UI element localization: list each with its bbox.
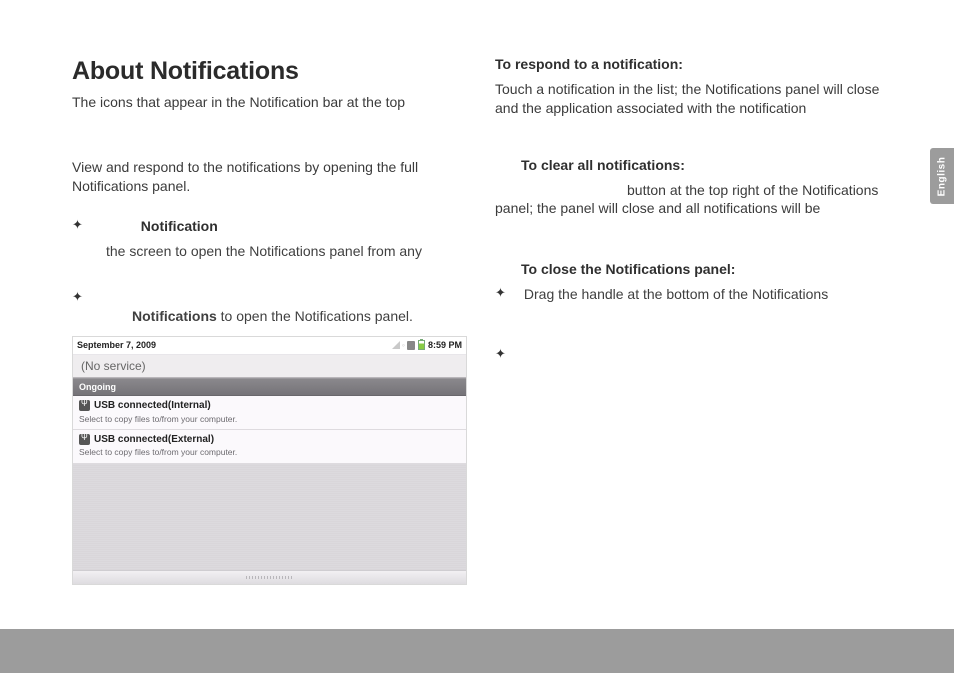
respond-heading: To respond to a notification: [495, 55, 891, 74]
usb-icon [79, 434, 90, 445]
no-service-row: (No service) [73, 355, 466, 378]
close-heading: To close the Notifications panel: [495, 260, 891, 279]
star-icon: ✦ [72, 289, 86, 305]
status-date: September 7, 2009 [77, 339, 156, 351]
notif-subtitle: Select to copy files to/from your comput… [79, 447, 460, 458]
page-title: About Notifications [72, 55, 467, 89]
close-bullet-2: ✦ [495, 346, 891, 362]
intro-text: The icons that appear in the Notificatio… [72, 93, 467, 112]
clear-heading: To clear all notifications: [495, 156, 891, 175]
notif-title: USB connected(Internal) [94, 399, 211, 413]
notifications-panel-screenshot: September 7, 2009 ◦ 8:59 PM (No service)… [72, 336, 467, 585]
bullet-1-heading: Notification [98, 217, 467, 236]
notif-title: USB connected(External) [94, 433, 214, 447]
star-icon: ✦ [72, 217, 86, 233]
view-respond-text: View and respond to the notifications by… [72, 158, 467, 196]
sd-icon [407, 341, 415, 350]
notification-item[interactable]: USB connected(Internal) Select to copy f… [73, 396, 466, 430]
clear-body: button at the top right of the Notificat… [495, 181, 891, 219]
usb-icon [79, 400, 90, 411]
respond-body: Touch a notification in the list; the No… [495, 80, 891, 118]
bullet-1-body: the screen to open the Notifications pan… [72, 242, 467, 261]
status-icons: ◦ [392, 339, 415, 351]
bullet-row-2: ✦ [72, 289, 467, 305]
bullet-2-body: Notifications to open the Notifications … [72, 307, 467, 326]
close-block: To close the Notifications panel: [495, 260, 891, 279]
signal-icon [392, 341, 400, 349]
language-tab[interactable]: English [930, 148, 954, 204]
footer-band [0, 629, 954, 673]
ongoing-header: Ongoing [73, 378, 466, 396]
bullet-row-1: ✦ Notification [72, 217, 467, 236]
status-time: 8:59 PM [428, 339, 462, 351]
language-tab-label: English [937, 156, 948, 196]
respond-block: To respond to a notification: Touch a no… [495, 55, 891, 118]
handle-grip-icon [246, 576, 294, 579]
notif-subtitle: Select to copy files to/from your comput… [79, 414, 460, 425]
star-icon: ✦ [495, 285, 506, 304]
close-bullet-text: Drag the handle at the bottom of the Not… [524, 285, 828, 304]
star-icon: ✦ [495, 346, 506, 362]
notification-item[interactable]: USB connected(External) Select to copy f… [73, 430, 466, 464]
clear-block: To clear all notifications: button at th… [495, 156, 891, 219]
panel-handle[interactable] [73, 570, 466, 584]
panel-body-area [73, 464, 466, 570]
close-bullet-1: ✦ Drag the handle at the bottom of the N… [495, 285, 891, 304]
status-bar: September 7, 2009 ◦ 8:59 PM [73, 337, 466, 355]
battery-icon [418, 340, 425, 350]
